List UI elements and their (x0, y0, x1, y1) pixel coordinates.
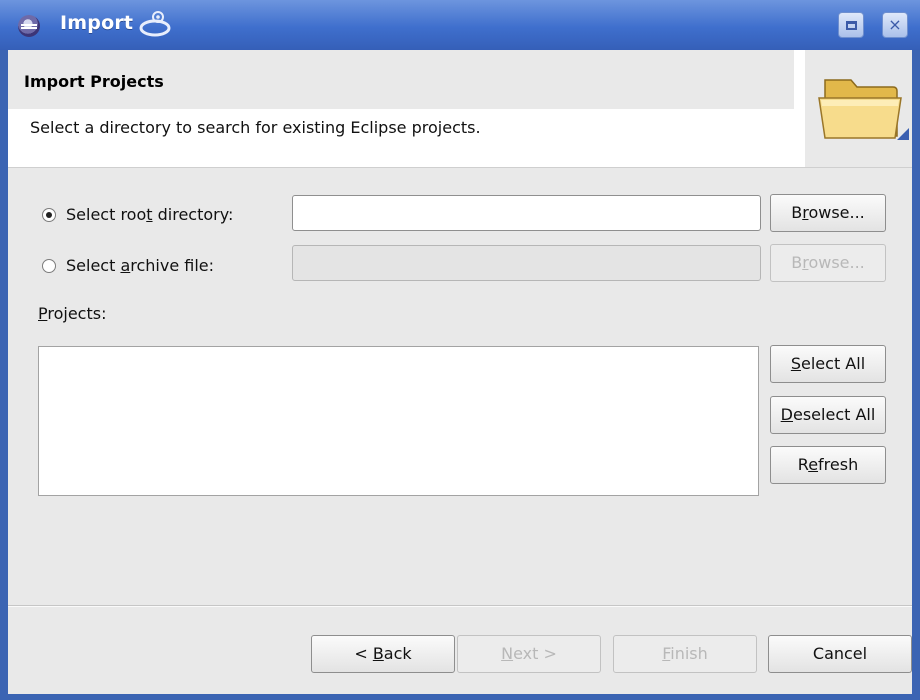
archive-file-option[interactable]: Select archive file: (42, 256, 214, 275)
next-button: Next > (457, 635, 601, 673)
projects-list[interactable] (38, 346, 759, 496)
root-directory-input[interactable] (292, 195, 761, 231)
browse-root-button[interactable]: Browse... (770, 194, 886, 232)
busy-indicator-icon (139, 11, 171, 37)
root-directory-option[interactable]: Select root directory: (42, 205, 233, 224)
import-dialog: Import × Import Projects Select a direct… (0, 0, 920, 700)
finish-button: Finish (613, 635, 757, 673)
projects-label: Projects: (38, 304, 107, 323)
page-title: Import Projects (24, 72, 164, 91)
eclipse-app-icon (18, 15, 40, 37)
root-directory-label: Select root directory: (66, 205, 234, 224)
page-description: Select a directory to search for existin… (30, 118, 481, 137)
cancel-button[interactable]: Cancel (768, 635, 912, 673)
deselect-all-button[interactable]: Deselect All (770, 396, 886, 434)
window-title: Import (60, 12, 134, 34)
back-button[interactable]: < Back (311, 635, 455, 673)
folder-icon (818, 79, 909, 140)
browse-archive-button: Browse... (770, 244, 886, 282)
maximize-button[interactable] (838, 12, 864, 38)
close-icon: × (888, 15, 902, 34)
archive-file-radio[interactable] (42, 259, 56, 273)
wizard-banner (805, 50, 912, 167)
close-button[interactable]: × (882, 12, 908, 38)
archive-file-input (292, 245, 761, 281)
refresh-button[interactable]: Refresh (770, 446, 886, 484)
title-bar[interactable]: Import × (0, 0, 920, 50)
maximize-icon (845, 21, 857, 30)
archive-file-label: Select archive file: (66, 256, 215, 275)
select-all-button[interactable]: Select All (770, 345, 886, 383)
footer-divider-highlight (8, 606, 912, 607)
wizard-header: Import Projects Select a directory to se… (8, 50, 912, 168)
root-directory-radio[interactable] (42, 208, 56, 222)
